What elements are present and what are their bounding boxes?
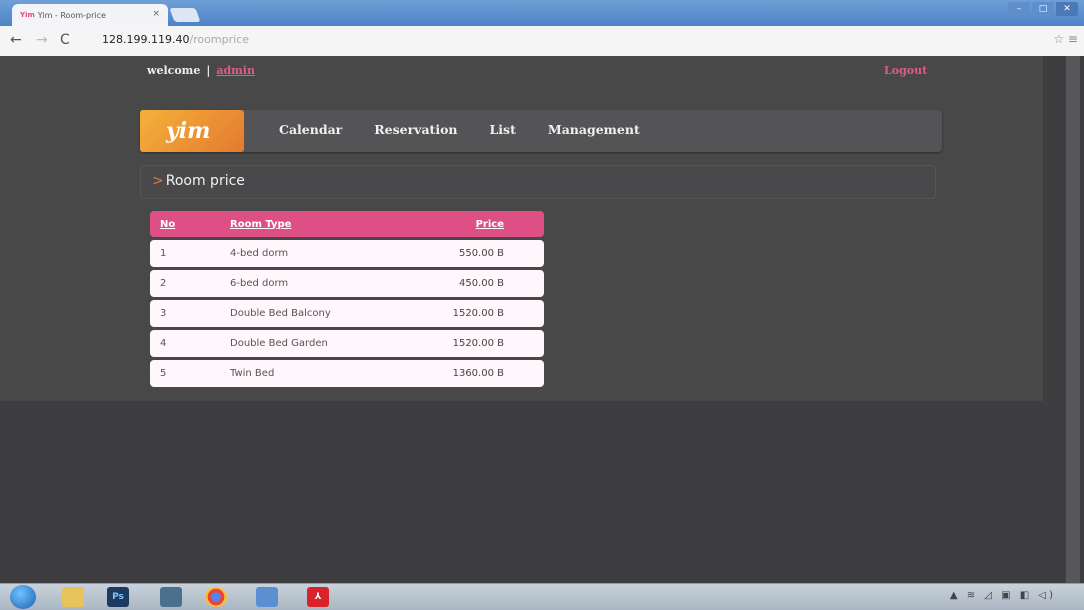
new-tab-button[interactable] — [169, 8, 201, 22]
yim-favicon-icon: Yim — [20, 11, 35, 19]
forward-icon[interactable]: → — [36, 32, 48, 48]
browser-tab-bar: Yim Yim - Room-price × – □ ✕ — [0, 0, 1084, 26]
nav-menu: Calendar Reservation List Management — [279, 122, 640, 137]
nav-item-reservation[interactable]: Reservation — [374, 122, 457, 137]
cell-no: 1 — [150, 240, 229, 267]
address-bar[interactable]: 128.199.119.40/roomprice — [88, 30, 1058, 50]
page-title-text: Room price — [165, 173, 245, 189]
cell-no: 2 — [150, 270, 229, 297]
table-header-row: No Room Type Price — [150, 211, 544, 237]
bookmark-star-icon[interactable]: ☆ ≡ — [1053, 32, 1078, 46]
tab-title: Yim - Room-price — [37, 10, 106, 20]
close-window-icon[interactable]: ✕ — [1056, 2, 1078, 16]
cell-no: 4 — [150, 330, 229, 357]
cell-price: 550.00 B — [394, 240, 544, 267]
cell-room-type: Double Bed Garden — [229, 330, 395, 357]
table-row[interactable]: 5 Twin Bed 1360.00 B — [150, 360, 544, 387]
cell-no: 5 — [150, 360, 229, 387]
maximize-icon[interactable]: □ — [1032, 2, 1054, 16]
welcome-separator: | — [206, 64, 211, 77]
room-price-table: No Room Type Price 1 4-bed dorm 550.00 B… — [150, 208, 544, 390]
scrollbar[interactable] — [1066, 56, 1080, 583]
table-row[interactable]: 2 6-bed dorm 450.00 B — [150, 270, 544, 297]
cell-room-type: Twin Bed — [229, 360, 395, 387]
paint-icon[interactable] — [256, 587, 278, 607]
cell-room-type: Double Bed Balcony — [229, 300, 395, 327]
cell-price: 1520.00 B — [394, 330, 544, 357]
main-navbar: yim Calendar Reservation List Management — [140, 110, 942, 152]
cell-price: 450.00 B — [394, 270, 544, 297]
media-icon[interactable] — [160, 587, 182, 607]
username-link[interactable]: admin — [216, 64, 255, 77]
url-host: 128.199.119.40 — [102, 33, 190, 46]
cell-price: 1360.00 B — [394, 360, 544, 387]
browser-toolbar: ← → C 128.199.119.40/roomprice ☆ ≡ — [0, 26, 1084, 57]
url-path: /roomprice — [189, 33, 250, 46]
table-row[interactable]: 1 4-bed dorm 550.00 B — [150, 240, 544, 267]
acrobat-icon[interactable]: ⅄ — [307, 587, 329, 607]
breadcrumb-arrow-icon: > — [152, 173, 164, 189]
back-icon[interactable]: ← — [10, 32, 22, 48]
window-controls: – □ ✕ — [1008, 2, 1078, 16]
browser-tab[interactable]: Yim Yim - Room-price × — [12, 4, 168, 26]
cell-room-type: 4-bed dorm — [229, 240, 395, 267]
photoshop-icon[interactable]: Ps — [107, 587, 129, 607]
nav-item-management[interactable]: Management — [548, 122, 640, 137]
table-row[interactable]: 3 Double Bed Balcony 1520.00 B — [150, 300, 544, 327]
file-explorer-icon[interactable] — [62, 587, 84, 607]
windows-start-icon[interactable] — [10, 585, 36, 609]
table-row[interactable]: 4 Double Bed Garden 1520.00 B — [150, 330, 544, 357]
column-header-no[interactable]: No — [150, 211, 229, 237]
web-page: welcome | admin Logout yim Calendar Reserv… — [0, 56, 1084, 583]
welcome-bar: welcome | admin — [147, 64, 255, 77]
minimize-icon[interactable]: – — [1008, 2, 1030, 16]
system-tray[interactable]: ▲ ≋ ◿ ▣ ◧ ◁) — [950, 590, 1056, 601]
breadcrumb-bar — [140, 165, 936, 199]
reload-icon[interactable]: C — [60, 32, 70, 48]
chrome-icon[interactable] — [205, 587, 227, 607]
column-header-price[interactable]: Price — [394, 211, 544, 237]
cell-room-type: 6-bed dorm — [229, 270, 395, 297]
welcome-text: welcome — [147, 64, 201, 77]
logout-link[interactable]: Logout — [884, 64, 927, 77]
nav-item-list[interactable]: List — [490, 122, 516, 137]
close-tab-icon[interactable]: × — [152, 9, 160, 19]
page-title: > Room price — [152, 173, 245, 189]
cell-price: 1520.00 B — [394, 300, 544, 327]
yim-logo[interactable]: yim — [140, 110, 244, 152]
os-taskbar: Ps ⅄ ▲ ≋ ◿ ▣ ◧ ◁) — [0, 583, 1084, 610]
nav-item-calendar[interactable]: Calendar — [279, 122, 342, 137]
cell-no: 3 — [150, 300, 229, 327]
column-header-room-type[interactable]: Room Type — [229, 211, 395, 237]
